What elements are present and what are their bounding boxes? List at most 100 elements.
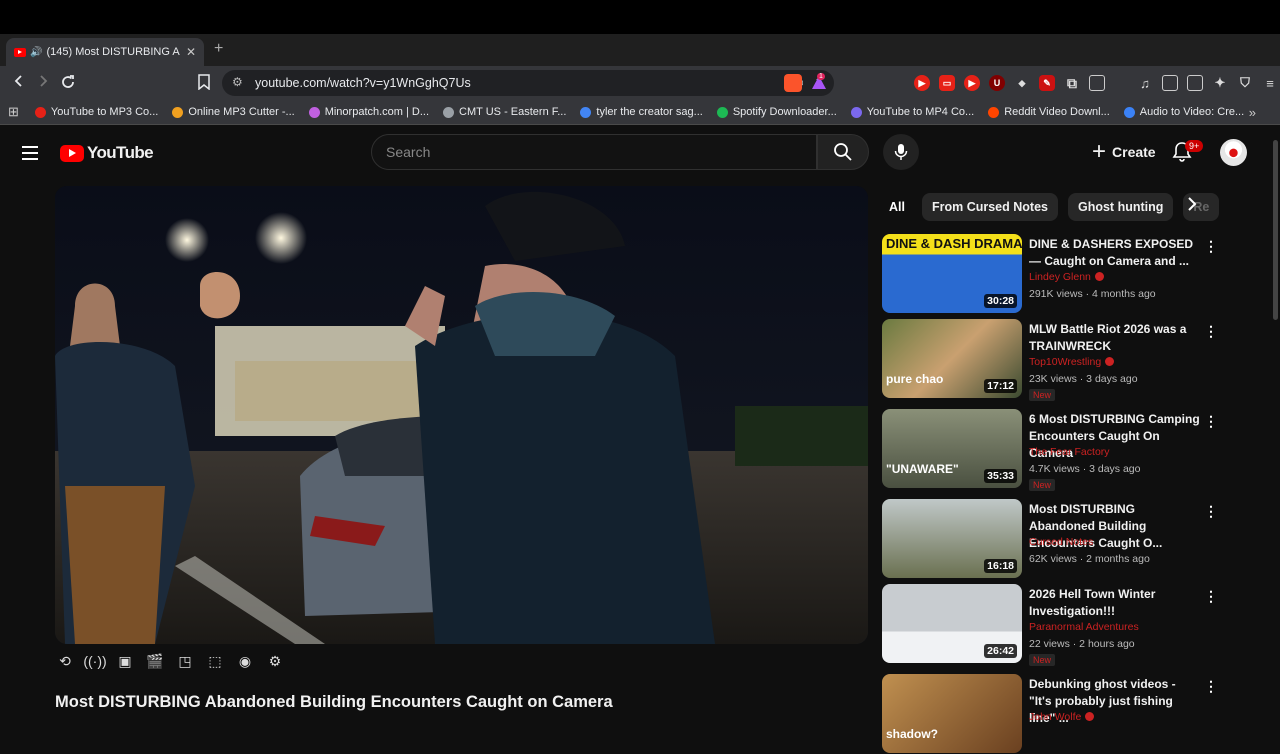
reload-icon[interactable] xyxy=(60,74,76,95)
more-actions-icon[interactable]: ⋮ xyxy=(1204,413,1218,430)
plus-icon: + xyxy=(1092,138,1107,165)
menu-icon[interactable]: ≡ xyxy=(1262,75,1278,91)
ext-red-icon[interactable]: ✎ xyxy=(1039,75,1055,91)
video-dl-ext-icon[interactable]: ▶ xyxy=(964,75,980,91)
youtube-ext-icon[interactable]: ▶ xyxy=(914,75,930,91)
microphone-icon xyxy=(894,144,908,160)
bookmark-label: CMT US - Eastern F... xyxy=(459,106,567,118)
bookmark-item[interactable]: Audio to Video: Cre... xyxy=(1123,106,1244,118)
forward-arrow-icon[interactable] xyxy=(36,74,50,93)
bookmarks-bar: ⊞ YouTube to MP3 Co... Online MP3 Cutter … xyxy=(0,100,1280,125)
more-bookmarks-icon[interactable]: » xyxy=(1249,105,1256,120)
clip-icon[interactable]: 🎬 xyxy=(145,652,165,670)
url-field[interactable]: ⚙ youtube.com/watch?v=y1WnGghQ7Us ▭ ⇪ xyxy=(222,70,834,96)
youtube-logo[interactable]: YouTube xyxy=(60,143,154,163)
video-player[interactable] xyxy=(55,186,868,644)
bookmark-item[interactable]: YouTube to MP4 Co... xyxy=(850,106,975,118)
loop-icon[interactable]: ⟲ xyxy=(55,652,75,670)
video-frame xyxy=(55,186,868,644)
video-meta: 4.7K views · 3 days ago xyxy=(1029,463,1141,475)
thumbnail-text: pure chao xyxy=(886,372,944,386)
recommendation-item[interactable]: DINE & DASH DRAMA 30:28 DINE & DASHERS EXP… xyxy=(882,234,1222,314)
ext-box-icon[interactable] xyxy=(1089,75,1105,91)
miniplayer-icon[interactable]: ▣ xyxy=(115,652,135,670)
video-thumbnail[interactable]: "UNAWARE" 35:33 xyxy=(882,409,1022,488)
back-arrow-icon[interactable] xyxy=(12,74,26,93)
video-thumbnail[interactable]: 16:18 xyxy=(882,499,1022,578)
voice-search-button[interactable] xyxy=(883,134,919,170)
channel-name[interactable]: Top10Wrestling xyxy=(1029,356,1115,368)
bookmark-item[interactable]: YouTube to MP3 Co... xyxy=(34,106,158,118)
recommendation-title[interactable]: 2026 Hell Town Winter Investigation!!! xyxy=(1029,586,1201,620)
bookmark-label: Spotify Downloader... xyxy=(732,106,837,118)
more-actions-icon[interactable]: ⋮ xyxy=(1204,588,1218,605)
video-thumbnail[interactable]: pure chao 17:12 xyxy=(882,319,1022,398)
chips-next-arrow-icon[interactable] xyxy=(1186,197,1198,216)
bookmark-item[interactable]: Minorpatch.com | D... xyxy=(308,106,429,118)
more-actions-icon[interactable]: ⋮ xyxy=(1204,503,1218,520)
video-thumbnail[interactable]: DINE & DASH DRAMA 30:28 xyxy=(882,234,1022,313)
chip-ghost-hunting[interactable]: Ghost hunting xyxy=(1067,193,1174,221)
channel-name[interactable]: Lindey Glenn xyxy=(1029,271,1104,283)
recommendation-item[interactable]: "UNAWARE" 35:33 6 Most DISTURBING Camping … xyxy=(882,409,1222,491)
chip-all[interactable]: All xyxy=(882,193,912,221)
recommendation-item[interactable]: shadow? Debunking ghost videos - "It's pr… xyxy=(882,674,1222,754)
bookmark-item[interactable]: tyler the creator sag... xyxy=(580,106,703,118)
apps-icon[interactable]: ⊞ xyxy=(8,104,19,120)
chip-from-cursed-notes[interactable]: From Cursed Notes xyxy=(921,193,1058,221)
bookmark-item[interactable]: Reddit Video Downl... xyxy=(988,106,1110,118)
guide-menu-icon[interactable] xyxy=(22,146,38,160)
recommendation-item[interactable]: 26:42 2026 Hell Town Winter Investigation… xyxy=(882,584,1222,666)
bookmark-item[interactable]: Spotify Downloader... xyxy=(716,106,837,118)
bookmark-item[interactable]: CMT US - Eastern F... xyxy=(443,106,566,118)
youtube-favicon-icon xyxy=(14,47,26,57)
vpn-icon[interactable]: ⛉ xyxy=(1237,75,1253,91)
scrollbar-thumb[interactable] xyxy=(1273,140,1278,320)
search-button[interactable] xyxy=(817,134,869,170)
new-tab-button[interactable]: + xyxy=(214,40,223,58)
theater-mode-icon[interactable]: ◳ xyxy=(175,652,195,670)
account-avatar[interactable]: ⬤ xyxy=(1220,139,1247,166)
recommendation-item[interactable]: 16:18 Most DISTURBING Abandoned Building … xyxy=(882,499,1222,579)
brave-shield-icon[interactable] xyxy=(784,74,802,92)
more-actions-icon[interactable]: ⋮ xyxy=(1204,678,1218,695)
video-thumbnail[interactable]: 26:42 xyxy=(882,584,1022,663)
verified-icon xyxy=(1094,272,1104,281)
channel-name[interactable]: Paranormal Adventures xyxy=(1029,621,1139,633)
broadcast-icon[interactable]: ((·)) xyxy=(83,652,106,670)
music-icon[interactable]: ♫ xyxy=(1137,75,1153,91)
search-input[interactable]: Search xyxy=(371,134,817,170)
duration-badge: 35:33 xyxy=(984,469,1017,483)
frames-icon[interactable]: ⬚ xyxy=(205,652,225,670)
video-thumbnail[interactable]: shadow? xyxy=(882,674,1022,753)
channel-name[interactable]: The Fear Factory xyxy=(1029,446,1110,458)
audio-playing-icon[interactable]: 🔊 xyxy=(30,47,42,58)
site-info-icon[interactable]: ⚙ xyxy=(232,75,243,89)
channel-name[interactable]: Cursed Notes xyxy=(1029,536,1093,548)
more-actions-icon[interactable]: ⋮ xyxy=(1204,238,1218,255)
more-actions-icon[interactable]: ⋮ xyxy=(1204,323,1218,340)
ext-diamond-icon[interactable]: ◆ xyxy=(1014,75,1030,91)
recommendation-item[interactable]: pure chao 17:12 MLW Battle Riot 2026 was a… xyxy=(882,319,1222,401)
channel-label: John Wolfe xyxy=(1029,711,1082,723)
tab-close-icon[interactable]: ✕ xyxy=(186,45,196,59)
puzzle-icon[interactable]: ⧉ xyxy=(1064,75,1080,91)
settings-gear-icon[interactable]: ⚙ xyxy=(265,652,285,670)
sidebar-icon[interactable] xyxy=(1162,75,1178,91)
bookmark-label: YouTube to MP4 Co... xyxy=(866,106,975,118)
channel-label: Lindey Glenn xyxy=(1029,271,1091,283)
recommendation-title[interactable]: DINE & DASHERS EXPOSED — Caught on Camer… xyxy=(1029,236,1201,270)
mp3-ext-icon[interactable]: ▭ xyxy=(939,75,955,91)
browser-tab[interactable]: 🔊 (145) Most DISTURBING Aban ✕ xyxy=(6,38,204,66)
leo-ai-icon[interactable]: ✦ xyxy=(1212,75,1228,91)
bookmark-item[interactable]: Online MP3 Cutter -... xyxy=(172,106,295,118)
screenshot-icon[interactable]: ◉ xyxy=(235,652,255,670)
wallet-icon[interactable] xyxy=(1187,75,1203,91)
tab-strip: 🔊 (145) Most DISTURBING Aban ✕ — ▢ ✕ xyxy=(0,34,1280,88)
bookmark-icon[interactable] xyxy=(197,74,211,95)
create-button[interactable]: + Create xyxy=(1084,134,1164,170)
youtube-play-icon xyxy=(60,144,84,162)
channel-name[interactable]: John Wolfe xyxy=(1029,711,1095,723)
recommendation-title[interactable]: MLW Battle Riot 2026 was a TRAINWRECK xyxy=(1029,321,1201,355)
ublock-icon[interactable]: U xyxy=(989,75,1005,91)
